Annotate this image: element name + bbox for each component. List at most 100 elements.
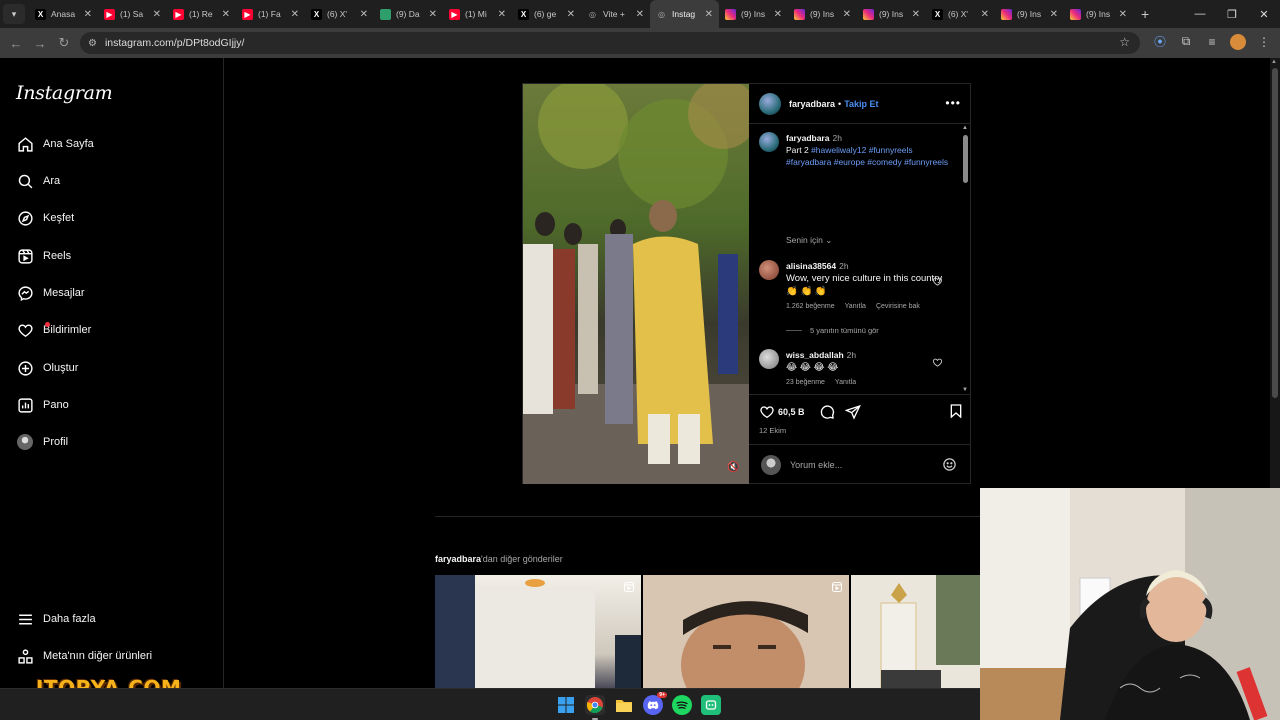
close-tab-icon[interactable]: ✕ [912, 9, 920, 20]
commenter-avatar[interactable] [759, 349, 779, 369]
close-tab-icon[interactable]: ✕ [498, 9, 506, 20]
comment-input[interactable]: Yorum ekle... [790, 460, 842, 470]
scroll-up-icon[interactable]: ▲ [1271, 59, 1277, 65]
like-comment-heart-icon[interactable] [932, 357, 943, 368]
comment-bubble-icon[interactable] [819, 404, 835, 420]
browser-tab[interactable]: (9) Ins ✕ [1064, 0, 1133, 28]
sidebar-item-explore[interactable]: Keşfet [16, 206, 74, 230]
close-tab-icon[interactable]: ✕ [705, 9, 713, 20]
address-bar[interactable]: ⚙ instagram.com/p/DPt8odGIjjy/ ☆ [80, 32, 1140, 54]
close-tab-icon[interactable]: ✕ [1050, 9, 1058, 20]
reload-icon[interactable]: ↻ [52, 35, 76, 51]
emoji-icon[interactable] [942, 457, 957, 472]
close-window-icon[interactable]: ✕ [1248, 8, 1280, 21]
scroll-down-icon[interactable]: ▼ [962, 387, 968, 393]
translate-button[interactable]: Çevirisine bak [876, 303, 920, 310]
url-text[interactable]: instagram.com/p/DPt8odGIjjy/ [105, 37, 244, 49]
browser-tab[interactable]: X (6) X' ✕ [305, 0, 374, 28]
back-icon[interactable]: ← [4, 36, 28, 51]
reply-button[interactable]: Yanıtla [845, 303, 866, 310]
sidebar-item-reels[interactable]: Reels [16, 244, 71, 268]
comment-likes[interactable]: 1.262 beğenme [786, 303, 835, 310]
file-explorer-icon[interactable] [614, 695, 634, 715]
sidebar-item-home[interactable]: Ana Sayfa [16, 132, 94, 156]
bookmark-star-icon[interactable]: ☆ [1119, 35, 1130, 49]
comment-likes[interactable]: 23 beğenme [786, 379, 825, 386]
sidebar-item-messages[interactable]: Mesajlar [16, 281, 85, 305]
close-tab-icon[interactable]: ✕ [222, 9, 230, 20]
browser-tab[interactable]: X Anasa ✕ [29, 0, 98, 28]
browser-tab[interactable]: ▶ (1) Sa ✕ [98, 0, 167, 28]
forward-icon[interactable]: → [28, 36, 52, 51]
windows-start-icon[interactable] [556, 695, 576, 715]
reading-list-icon[interactable]: ≡ [1204, 35, 1220, 49]
new-tab-icon[interactable]: + [1141, 6, 1149, 22]
sidebar-item-profile[interactable]: Profil [16, 430, 68, 454]
save-bookmark-icon[interactable] [948, 403, 964, 419]
close-tab-icon[interactable]: ✕ [153, 9, 161, 20]
sidebar-item-more[interactable]: Daha fazla [16, 607, 96, 631]
browser-tab[interactable]: (9) Ins ✕ [719, 0, 788, 28]
browser-tab[interactable]: ▶ (1) Mi ✕ [443, 0, 512, 28]
page-scroll-thumb[interactable] [1272, 68, 1278, 398]
browser-tab[interactable]: X (6) ge ✕ [512, 0, 581, 28]
sidebar-item-dashboard[interactable]: Pano [16, 393, 69, 417]
profile-avatar-icon[interactable] [1230, 33, 1246, 50]
commenter-username[interactable]: wiss_abdallah [786, 350, 844, 360]
extensions-icon[interactable]: ⧉ [1178, 34, 1194, 49]
media-icon[interactable]: ⦿ [1152, 33, 1168, 50]
browser-tab[interactable]: (9) Ins ✕ [788, 0, 857, 28]
restore-icon[interactable]: ❐ [1216, 8, 1248, 21]
post-thumbnail[interactable] [851, 575, 980, 688]
close-tab-icon[interactable]: ✕ [843, 9, 851, 20]
like-comment-heart-icon[interactable] [932, 276, 943, 287]
caption-username[interactable]: faryadbara [786, 133, 829, 143]
author-username[interactable]: faryadbara [789, 99, 835, 109]
close-tab-icon[interactable]: ✕ [981, 9, 989, 20]
minimize-icon[interactable]: — [1184, 8, 1216, 20]
site-info-icon[interactable]: ⚙ [88, 38, 97, 49]
green-app-icon[interactable] [701, 695, 721, 715]
discord-icon[interactable]: 9+ [643, 692, 667, 715]
more-options-icon[interactable]: ••• [945, 96, 961, 110]
caption-hashtags[interactable]: #haweliwaly12 #funnyreels #faryadbara #e… [786, 145, 948, 167]
browser-tab[interactable]: (9) Ins ✕ [995, 0, 1064, 28]
like-heart-icon[interactable] [759, 404, 775, 420]
comments-scrollbar[interactable]: ▲ ▼ [962, 125, 969, 393]
commenter-avatar[interactable] [759, 260, 779, 280]
author-avatar[interactable] [759, 92, 781, 115]
share-send-icon[interactable] [844, 404, 861, 420]
chrome-icon[interactable] [585, 695, 605, 720]
browser-tab[interactable]: (9) Da ✕ [374, 0, 443, 28]
close-tab-icon[interactable]: ✕ [1119, 9, 1127, 20]
close-tab-icon[interactable]: ✕ [360, 9, 368, 20]
sidebar-item-search[interactable]: Ara [16, 169, 60, 193]
scroll-up-icon[interactable]: ▲ [962, 125, 968, 131]
post-thumbnail[interactable] [435, 575, 641, 688]
commenter-username[interactable]: alisina38564 [786, 261, 836, 271]
tab-search-icon[interactable]: ▾ [3, 4, 25, 24]
like-count[interactable]: 60,5 B [778, 407, 805, 417]
chrome-menu-icon[interactable]: ⋮ [1256, 35, 1272, 49]
browser-tab[interactable]: ▶ (1) Fa ✕ [236, 0, 305, 28]
browser-tab[interactable]: (9) Ins ✕ [857, 0, 926, 28]
browser-tab[interactable]: X (6) X' ✕ [926, 0, 995, 28]
sidebar-item-meta-products[interactable]: Meta'nın diğer ürünleri [16, 644, 152, 668]
spotify-icon[interactable] [672, 695, 692, 715]
instagram-logo[interactable]: Instagram [16, 82, 113, 104]
close-tab-icon[interactable]: ✕ [429, 9, 437, 20]
more-posts-username[interactable]: faryadbara [435, 554, 481, 564]
sidebar-item-notifications[interactable]: Bildirimler [16, 318, 91, 342]
view-replies-link[interactable]: 5 yanıtın tümünü gör [786, 326, 879, 335]
follow-button[interactable]: Takip Et [844, 99, 878, 109]
for-you-filter[interactable]: Senin için ⌄ [786, 235, 832, 246]
browser-tab[interactable]: ▶ (1) Re ✕ [167, 0, 236, 28]
browser-tab[interactable]: ◎ Instag ✕ [650, 0, 719, 28]
close-tab-icon[interactable]: ✕ [567, 9, 575, 20]
reel-video[interactable]: 🔇 [523, 84, 749, 484]
close-tab-icon[interactable]: ✕ [774, 9, 782, 20]
sidebar-item-create[interactable]: Oluştur [16, 356, 78, 380]
comments-scroll-thumb[interactable] [963, 135, 968, 183]
close-tab-icon[interactable]: ✕ [291, 9, 299, 20]
post-thumbnail[interactable] [643, 575, 849, 688]
